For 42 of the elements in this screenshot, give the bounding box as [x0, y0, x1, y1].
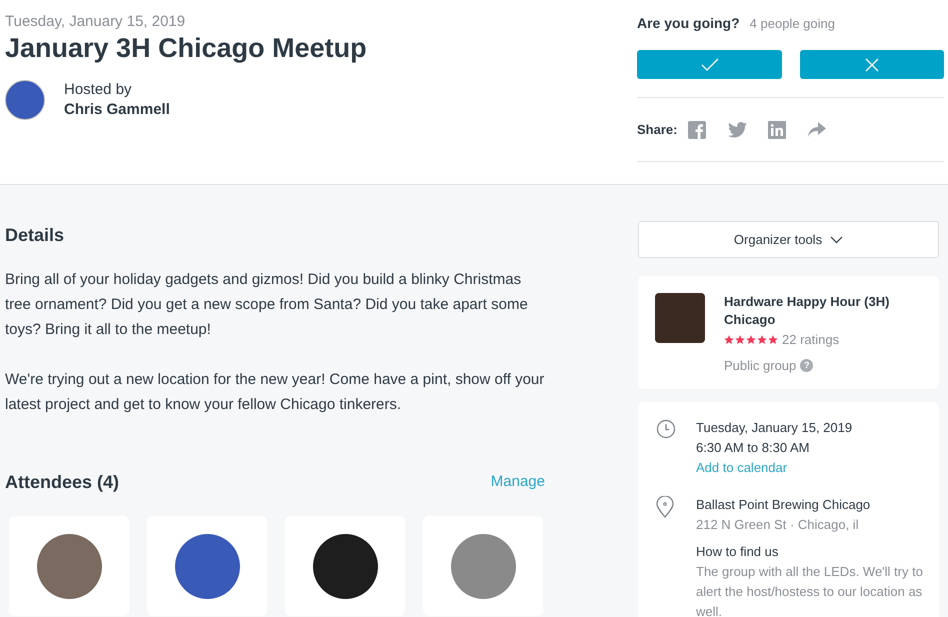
facebook-icon[interactable]	[688, 120, 706, 138]
star-icon	[724, 334, 734, 345]
share-arrow-icon[interactable]	[808, 122, 826, 138]
rsvp-question: Are you going?	[637, 14, 740, 33]
directions-text: The group with all the LEDs. We'll try to alert the host/hostess to our location as well.	[696, 563, 924, 617]
share-label: Share:	[637, 120, 678, 139]
organizer-tools-button[interactable]: Organizer tools	[638, 221, 939, 258]
group-name[interactable]: Hardware Happy Hour (3H) Chicago	[724, 293, 914, 329]
map-pin-icon	[656, 496, 674, 518]
event-time: 6:30 AM to 8:30 AM	[696, 439, 810, 457]
manage-link[interactable]: Manage	[490, 471, 545, 494]
host-avatar	[5, 80, 45, 120]
attendee-card[interactable]	[285, 516, 405, 616]
star-icon	[746, 334, 756, 345]
linkedin-icon[interactable]	[768, 120, 786, 138]
star-icon	[768, 334, 778, 345]
help-badge[interactable]: ?	[800, 358, 814, 372]
chevron-down-icon	[830, 236, 844, 244]
directions-heading: How to find us	[696, 543, 780, 561]
details-paragraph: We're trying out a new location for the new year! Come have a pint, show off your latest project and get to know your fellow Chicago tinkerers.	[5, 370, 545, 415]
details-paragraph: Bring all of your holiday gadgets and gizmos! Did you build a blinky Christmas tree ornament? Did you get a new scope from Santa? Did you take apart some toys? Bring it all to the meetup!	[5, 270, 529, 340]
star-icon	[757, 334, 767, 345]
clock-icon	[656, 419, 676, 439]
event-date: Tuesday, January 15, 2019	[5, 12, 186, 32]
star-icon	[735, 334, 745, 345]
attendee-card[interactable]	[147, 516, 267, 616]
going-count: 4 people going	[750, 15, 835, 33]
group-photo-placeholder	[655, 293, 705, 343]
venue-name: Ballast Point Brewing Chicago	[696, 496, 872, 514]
ratings-count: 22 ratings	[782, 331, 840, 349]
event-title: January 3H Chicago Meetup	[5, 32, 368, 64]
host-name: Chris Gammell	[64, 100, 170, 120]
details-heading: Details	[5, 224, 66, 247]
hosted-by-label: Hosted by	[64, 80, 133, 100]
checkmark-icon	[700, 58, 718, 72]
attendees-heading: Attendees (4)	[5, 471, 120, 494]
close-icon	[865, 58, 879, 72]
twitter-icon[interactable]	[728, 122, 748, 138]
add-to-calendar-link[interactable]: Add to calendar	[696, 458, 852, 478]
group-visibility: Public group	[724, 356, 796, 375]
event-date-detail: Tuesday, January 15, 2019	[696, 419, 852, 437]
venue-address: 212 N Green St · Chicago, il	[696, 516, 860, 534]
